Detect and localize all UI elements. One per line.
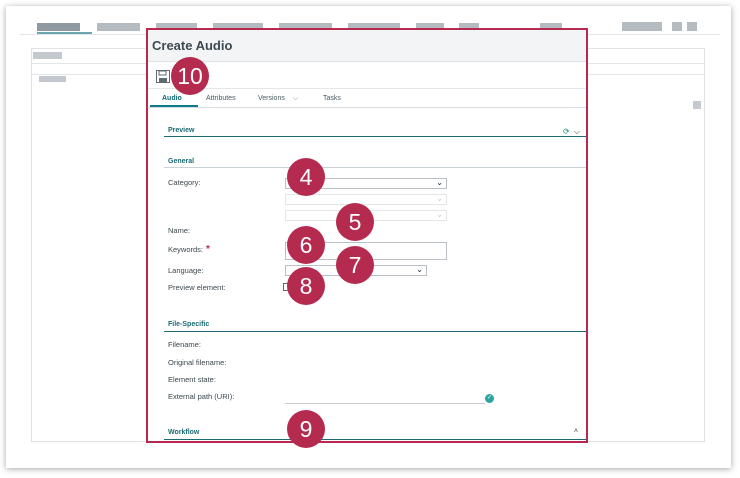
- file-specific-section-title: File-Specific: [168, 321, 210, 328]
- bg-nav-item: [37, 23, 80, 31]
- section-divider: [164, 439, 586, 440]
- preview-element-label: Preview element:: [168, 283, 226, 292]
- bg-nav-item: [97, 23, 140, 31]
- dialog-header: Create Audio: [148, 30, 586, 62]
- general-section-title: General: [168, 158, 195, 165]
- dialog-toolbar: [148, 62, 586, 89]
- dialog-title: Create Audio: [152, 38, 233, 53]
- category-label: Category:: [168, 178, 201, 187]
- callout-badge-4: 4: [287, 158, 325, 196]
- refresh-icon[interactable]: ⟳: [563, 127, 570, 136]
- external-path-input[interactable]: [285, 395, 485, 404]
- chevron-down-icon: ⌄: [436, 178, 443, 187]
- dialog-tabs: Audio Attributes Versions ⌵ Tasks: [148, 90, 586, 108]
- callout-badge-9: 9: [287, 410, 325, 448]
- bg-nav-item: [672, 22, 682, 31]
- tab-audio[interactable]: Audio: [162, 95, 182, 102]
- keywords-label: Keywords: *: [168, 244, 210, 255]
- tab-tasks[interactable]: Tasks: [323, 95, 341, 102]
- tab-versions-label: Versions: [258, 95, 285, 102]
- callout-badge-7: 7: [336, 246, 374, 284]
- section-divider: [164, 167, 586, 168]
- element-state-label: Element state:: [168, 375, 216, 384]
- workflow-section-title[interactable]: Workflow: [168, 429, 199, 436]
- callout-badge-8: 8: [287, 267, 325, 305]
- chevron-down-icon: ⌄: [436, 210, 443, 219]
- name-label: Name:: [168, 226, 191, 235]
- chevron-down-icon: ⌄: [416, 265, 423, 274]
- save-icon[interactable]: [156, 70, 170, 83]
- required-marker: *: [206, 244, 210, 255]
- chevron-down-icon: ⌵: [292, 95, 299, 102]
- bg-panel-header: [33, 52, 62, 59]
- chevron-down-icon[interactable]: ⌵: [574, 127, 580, 136]
- active-tab-indicator: [150, 105, 198, 107]
- section-divider: [164, 331, 586, 332]
- keywords-label-text: Keywords:: [168, 245, 204, 254]
- filename-label: Filename:: [168, 340, 201, 349]
- bg-scroll-thumb: [693, 101, 701, 109]
- callout-badge-10: 10: [171, 57, 209, 95]
- bg-nav-item: [687, 22, 697, 31]
- callout-badge-6: 6: [287, 226, 325, 264]
- check-circle-icon: ✓: [485, 394, 494, 403]
- external-path-label: External path (URI):: [168, 392, 235, 401]
- preview-section-title[interactable]: Preview: [168, 127, 194, 134]
- bg-panel-item: [39, 76, 66, 82]
- tab-versions[interactable]: Versions ⌵: [258, 95, 298, 103]
- chevron-up-icon[interactable]: ˄: [574, 428, 578, 435]
- original-filename-label: Original filename:: [168, 358, 227, 367]
- callout-badge-5: 5: [336, 203, 374, 241]
- language-label: Language:: [168, 266, 204, 275]
- chevron-down-icon: ⌄: [436, 194, 443, 203]
- tab-attributes[interactable]: Attributes: [206, 95, 236, 102]
- bg-nav-item: [622, 22, 662, 31]
- section-divider: [164, 136, 586, 137]
